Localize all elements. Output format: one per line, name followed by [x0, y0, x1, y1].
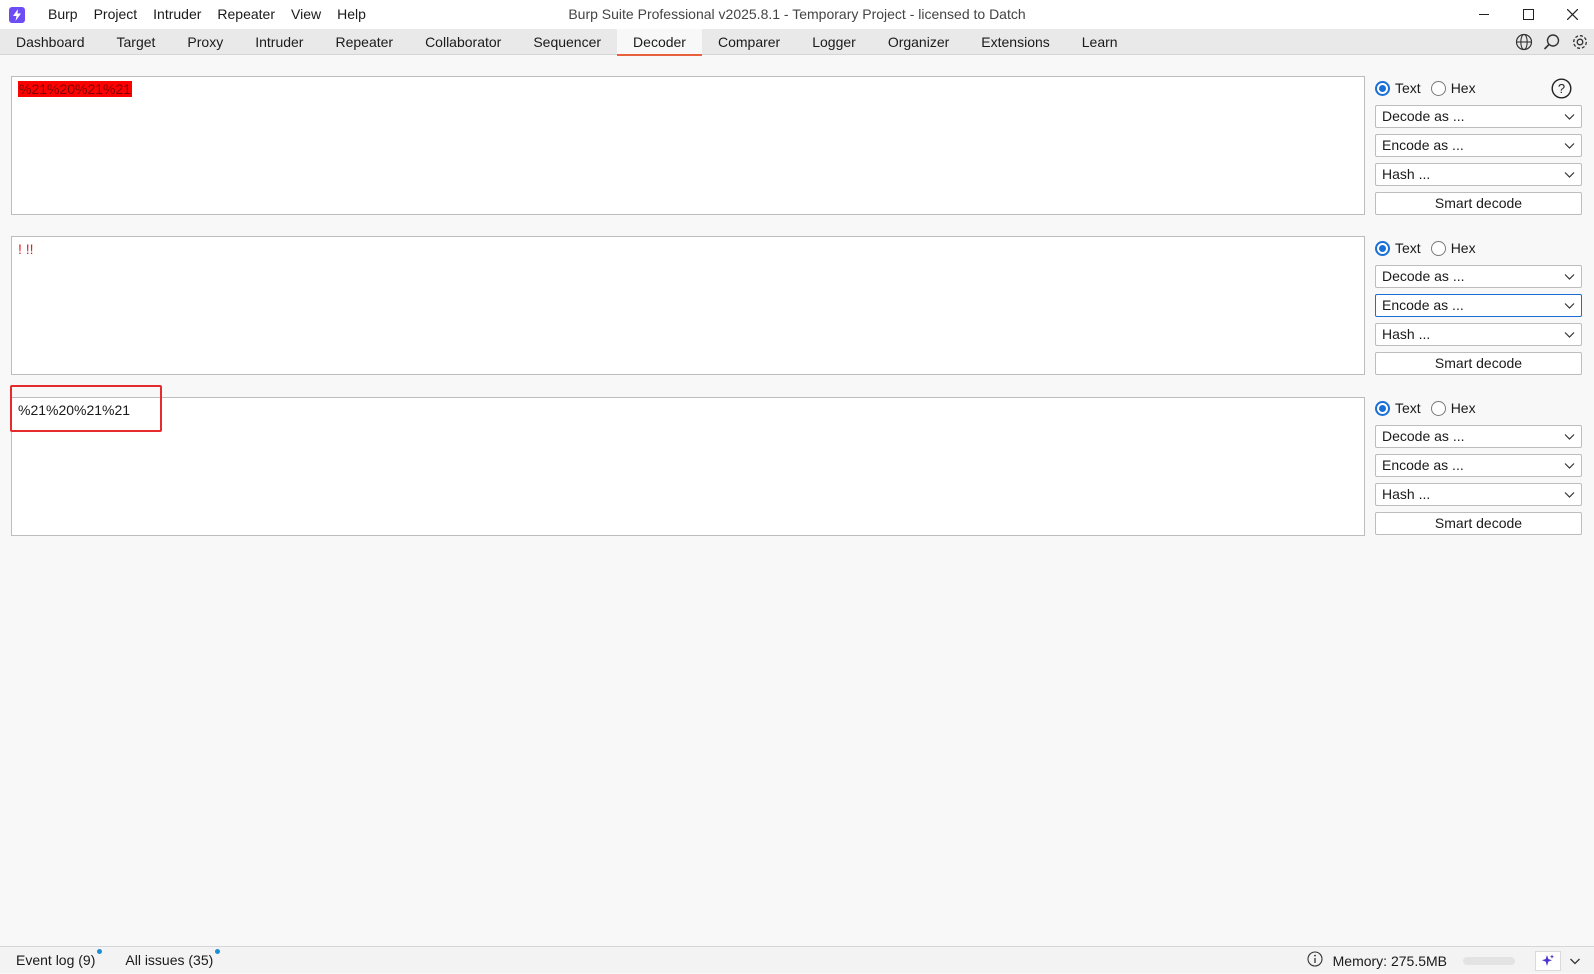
tab-learn[interactable]: Learn [1066, 29, 1134, 55]
minimize-button[interactable] [1462, 0, 1506, 29]
notification-dot [97, 949, 103, 954]
menu-intruder[interactable]: Intruder [145, 0, 209, 29]
tab-repeater[interactable]: Repeater [319, 29, 409, 55]
chevron-down-icon [1564, 492, 1575, 498]
expand-status-button[interactable] [1561, 951, 1589, 971]
hex-radio-label: Hex [1450, 400, 1476, 416]
hash-select[interactable]: Hash ... [1375, 163, 1582, 186]
help-icon[interactable]: ? [1551, 78, 1572, 99]
search-icon[interactable] [1542, 32, 1562, 52]
maximize-button[interactable] [1506, 0, 1550, 29]
chevron-down-icon [1564, 274, 1575, 280]
all-issues-label: All issues (35) [125, 952, 214, 968]
text-radio-label: Text [1395, 400, 1421, 416]
text-radio[interactable] [1375, 80, 1390, 96]
all-issues-link[interactable]: All issues (35) [125, 949, 221, 968]
encode-as-select[interactable]: Encode as ... [1375, 134, 1582, 157]
info-icon [1307, 951, 1323, 970]
smart-decode-button[interactable]: Smart decode [1375, 192, 1582, 215]
maximize-icon [1522, 9, 1534, 20]
panel-2-controls: Text Hex Decode as ... Encode as ... Has… [1375, 237, 1582, 375]
text-radio-label: Text [1395, 240, 1421, 256]
hex-radio[interactable] [1430, 400, 1446, 416]
hex-radio[interactable] [1430, 80, 1446, 96]
panel-2-text: ! !! [18, 241, 34, 257]
decode-as-select[interactable]: Decode as ... [1375, 265, 1582, 288]
event-log-label: Event log (9) [16, 952, 96, 968]
tab-logger[interactable]: Logger [796, 29, 872, 55]
hex-radio[interactable] [1430, 240, 1446, 256]
chevron-down-icon [1564, 172, 1575, 178]
ai-sparkle-button[interactable] [1535, 950, 1561, 971]
burp-logo-icon [9, 6, 25, 23]
menu-view[interactable]: View [283, 0, 329, 29]
panel-1-controls: Text Hex ? Decode as ... Encode as ... H… [1375, 77, 1582, 215]
tool-tab-bar: Dashboard Target Proxy Intruder Repeater… [0, 29, 1594, 56]
settings-gear-icon[interactable] [1570, 32, 1590, 52]
tab-intruder[interactable]: Intruder [239, 29, 319, 55]
annotation-highlight-box [10, 385, 162, 432]
sparkle-icon [1542, 954, 1554, 966]
tab-decoder[interactable]: Decoder [617, 29, 702, 56]
panel-3-controls: Text Hex Decode as ... Encode as ... Has… [1375, 397, 1582, 535]
tab-sequencer[interactable]: Sequencer [517, 29, 617, 55]
encode-as-label: Encode as ... [1382, 297, 1464, 313]
chevron-down-icon [1564, 303, 1575, 309]
event-log-link[interactable]: Event log (9) [16, 949, 103, 968]
notification-dot [215, 949, 221, 954]
hash-select[interactable]: Hash ... [1375, 483, 1582, 506]
menu-repeater[interactable]: Repeater [209, 0, 283, 29]
globe-icon[interactable] [1514, 32, 1534, 52]
decoder-input-panel-1[interactable]: %21%20%21%21 [11, 76, 1365, 215]
memory-bar [1463, 956, 1515, 965]
decode-as-label: Decode as ... [1382, 108, 1465, 124]
smart-decode-button[interactable]: Smart decode [1375, 512, 1582, 535]
menu-bar: Burp Project Intruder Repeater View Help [40, 0, 374, 29]
tab-dashboard[interactable]: Dashboard [0, 29, 101, 55]
hash-label: Hash ... [1382, 486, 1431, 502]
decode-as-select[interactable]: Decode as ... [1375, 425, 1582, 448]
text-radio-label: Text [1395, 80, 1421, 96]
decoder-input-panel-3[interactable]: %21%20%21%21 [11, 397, 1365, 536]
menu-help[interactable]: Help [329, 0, 374, 29]
menu-burp[interactable]: Burp [40, 0, 86, 29]
hash-label: Hash ... [1382, 166, 1431, 182]
encode-as-select[interactable]: Encode as ... [1375, 294, 1582, 317]
close-icon [1566, 9, 1578, 20]
decode-as-select[interactable]: Decode as ... [1375, 105, 1582, 128]
minimize-icon [1478, 14, 1489, 15]
tab-target[interactable]: Target [101, 29, 172, 55]
memory-usage: Memory: 275.5MB [1332, 952, 1447, 969]
chevron-down-icon [1564, 114, 1575, 120]
decode-as-label: Decode as ... [1382, 428, 1465, 444]
text-radio[interactable] [1375, 400, 1390, 416]
title-bar: Burp Project Intruder Repeater View Help… [0, 0, 1594, 29]
chevron-down-icon [1570, 958, 1580, 964]
encode-as-label: Encode as ... [1382, 457, 1464, 473]
chevron-down-icon [1564, 332, 1575, 338]
encode-as-select[interactable]: Encode as ... [1375, 454, 1582, 477]
hex-radio-label: Hex [1450, 80, 1476, 96]
chevron-down-icon [1564, 434, 1575, 440]
tab-collaborator[interactable]: Collaborator [409, 29, 517, 55]
decode-as-label: Decode as ... [1382, 268, 1465, 284]
chevron-down-icon [1564, 143, 1575, 149]
hash-label: Hash ... [1382, 326, 1431, 342]
tab-extensions[interactable]: Extensions [965, 29, 1065, 55]
encode-as-label: Encode as ... [1382, 137, 1464, 153]
svg-text:?: ? [1558, 81, 1565, 96]
chevron-down-icon [1564, 463, 1575, 469]
text-radio[interactable] [1375, 240, 1390, 256]
decoder-input-panel-2[interactable]: ! !! [11, 236, 1365, 375]
smart-decode-button[interactable]: Smart decode [1375, 352, 1582, 375]
tab-comparer[interactable]: Comparer [702, 29, 796, 55]
hash-select[interactable]: Hash ... [1375, 323, 1582, 346]
tab-proxy[interactable]: Proxy [171, 29, 239, 55]
hex-radio-label: Hex [1450, 240, 1476, 256]
tab-organizer[interactable]: Organizer [872, 29, 965, 55]
menu-project[interactable]: Project [86, 0, 146, 29]
close-button[interactable] [1550, 0, 1594, 29]
panel-1-text: %21%20%21%21 [18, 81, 133, 97]
status-bar: Event log (9) All issues (35) Memory: 27… [0, 946, 1594, 973]
